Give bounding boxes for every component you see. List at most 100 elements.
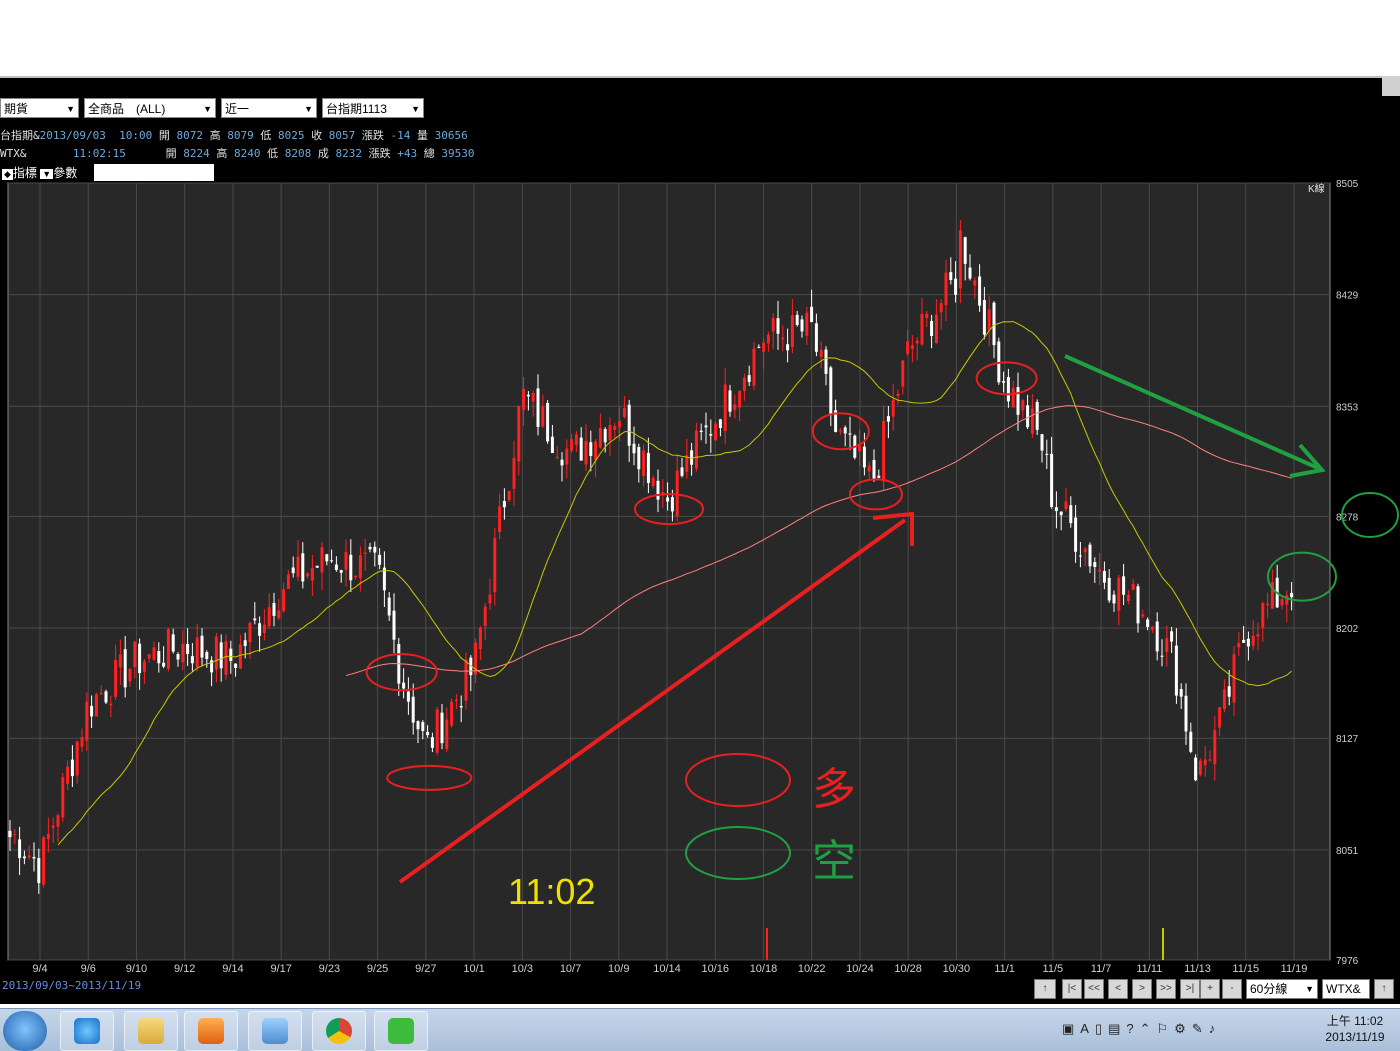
candle-body xyxy=(387,597,391,616)
candle-body xyxy=(416,721,420,730)
candle-body xyxy=(325,554,329,562)
candle-body xyxy=(1246,638,1250,647)
candle-body xyxy=(430,737,434,748)
tab-indicator[interactable]: ◆ 指標 xyxy=(2,164,37,181)
candle-body xyxy=(1290,592,1294,598)
candle-body xyxy=(968,267,972,279)
candle-body xyxy=(118,654,122,668)
taskbar-media-player[interactable] xyxy=(184,1011,238,1051)
fast-back-button[interactable]: << xyxy=(1084,979,1104,999)
taskbar-chrome[interactable] xyxy=(312,1011,366,1051)
candle-body xyxy=(594,441,598,461)
interval-select[interactable]: 60分線 ▼ xyxy=(1246,979,1318,999)
candle-body xyxy=(234,663,238,668)
candle-body xyxy=(1016,387,1020,415)
candle-body xyxy=(954,278,958,295)
candle-body xyxy=(483,606,487,626)
candle-body xyxy=(306,573,310,577)
contract-select[interactable]: 台指期1113 ▼ xyxy=(322,98,424,118)
fast-forward-button[interactable]: >> xyxy=(1156,979,1176,999)
candle-body xyxy=(949,272,953,280)
forward-button[interactable]: > xyxy=(1132,979,1152,999)
x-tick-label: 9/27 xyxy=(415,963,436,975)
first-button[interactable]: |< xyxy=(1062,979,1082,999)
candle-body xyxy=(824,349,828,374)
candle-body xyxy=(512,458,516,489)
candle-body xyxy=(1050,453,1054,507)
high-value: 8079 xyxy=(227,129,254,142)
change-label: 漲跌 xyxy=(361,129,384,142)
x-tick-label: 11/5 xyxy=(1043,963,1064,975)
candle-body xyxy=(1059,511,1063,516)
candle-body xyxy=(1078,555,1082,557)
candle-body xyxy=(536,388,540,427)
quote-datetime: 2013/09/03 10:00 xyxy=(39,129,153,142)
media-player-icon xyxy=(198,1018,224,1044)
up-arrow-button[interactable]: ↑ xyxy=(1374,979,1394,999)
candle-body xyxy=(1208,759,1212,761)
candle-body xyxy=(944,272,948,306)
open-value: 8224 xyxy=(183,147,210,160)
candle-body xyxy=(565,448,569,465)
change-value: -14 xyxy=(390,129,411,142)
candle-body xyxy=(570,439,574,451)
candlestick-chart[interactable]: 8505 8429 8353 8278 8202 8127 8051 7976 K線 9/4 9/6… xyxy=(0,180,1400,1000)
chevron-down-icon: ▼ xyxy=(1305,984,1314,994)
clock[interactable]: 上午 11:02 2013/11/19 xyxy=(1320,1013,1390,1045)
taskbar-explorer[interactable] xyxy=(124,1011,178,1051)
candle-body xyxy=(1174,645,1178,696)
candle-body xyxy=(958,230,962,289)
candle-body xyxy=(1251,635,1255,646)
x-tick-label: 10/1 xyxy=(463,963,484,975)
candle-body xyxy=(574,434,578,445)
candle-body xyxy=(589,442,593,456)
candle-body xyxy=(1266,603,1270,606)
candle-body xyxy=(546,402,550,442)
y-tick-label: 8429 xyxy=(1336,291,1359,302)
product-select[interactable]: 全商品 (ALL) ▼ xyxy=(84,98,216,118)
period-select-value: 近一 xyxy=(225,102,250,116)
candle-body xyxy=(646,452,650,484)
candle-body xyxy=(421,722,425,732)
taskbar-ie[interactable] xyxy=(60,1011,114,1051)
taskbar-paint[interactable] xyxy=(248,1011,302,1051)
param-field[interactable] xyxy=(94,164,214,181)
x-tick-label: 9/25 xyxy=(367,963,388,975)
x-tick-label: 11/7 xyxy=(1091,963,1112,975)
candle-body xyxy=(906,341,910,355)
chrome-icon xyxy=(326,1018,352,1044)
scroll-corner[interactable] xyxy=(1382,76,1400,96)
candle-body xyxy=(872,460,876,480)
x-tick-label: 10/16 xyxy=(701,963,729,975)
candle-body xyxy=(1131,583,1135,590)
candle-body xyxy=(963,237,967,264)
candle-body xyxy=(435,709,439,753)
system-tray-icons[interactable]: ▣A▯▤?⌃⚐⚙✎♪ xyxy=(1062,1021,1221,1037)
y-tick-label: 8353 xyxy=(1336,402,1359,413)
symbol-field[interactable]: WTX& xyxy=(1322,979,1370,999)
x-tick-label: 10/14 xyxy=(653,963,681,975)
candle-body xyxy=(699,430,703,432)
clock-time: 上午 11:02 xyxy=(1326,1014,1384,1028)
period-select[interactable]: 近一 ▼ xyxy=(221,98,317,118)
y-tick-label: 8505 xyxy=(1336,180,1359,190)
candle-body xyxy=(1141,614,1145,617)
candle-body xyxy=(248,622,252,643)
candle-body xyxy=(1146,619,1150,627)
start-button[interactable] xyxy=(3,1011,47,1051)
zoom-in-button[interactable]: + xyxy=(1200,979,1220,999)
candle-body xyxy=(517,406,521,462)
candle-body xyxy=(267,607,271,627)
up-arrow-button[interactable]: ↑ xyxy=(1034,979,1056,999)
zoom-out-button[interactable]: - xyxy=(1222,979,1242,999)
last-button[interactable]: >| xyxy=(1180,979,1200,999)
candle-body xyxy=(790,315,794,348)
taskbar-line[interactable] xyxy=(374,1011,428,1051)
market-select[interactable]: 期貨 ▼ xyxy=(0,98,79,118)
candle-body xyxy=(464,659,468,701)
chevron-down-icon: ▼ xyxy=(203,104,212,114)
candle-body xyxy=(42,837,46,885)
back-button[interactable]: < xyxy=(1108,979,1128,999)
candle-body xyxy=(704,425,708,428)
tab-param[interactable]: ▼ 參數 xyxy=(40,164,77,181)
